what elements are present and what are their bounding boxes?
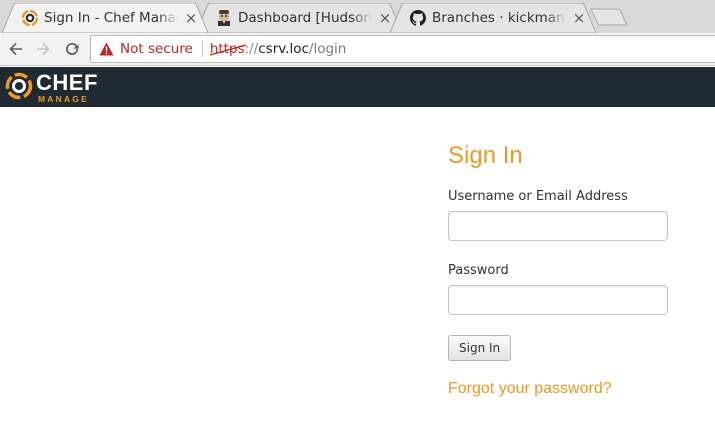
password-input[interactable]: [448, 285, 668, 315]
forgot-password-link[interactable]: Forgot your password?: [448, 380, 678, 398]
signin-button[interactable]: Sign In: [448, 335, 512, 361]
strikethrough-mark: [209, 44, 247, 56]
browser-tab-strip: Dashboard [Hudson] × Branches · kickman …: [0, 0, 715, 33]
brand-subtitle: MANAGE: [38, 94, 89, 104]
address-divider: [201, 41, 203, 57]
browser-tab-branches[interactable]: Branches · kickman ×: [390, 3, 596, 33]
tab-title: Branches · kickman: [432, 10, 565, 26]
username-input[interactable]: [448, 211, 668, 241]
security-status-text[interactable]: Not secure: [120, 41, 193, 57]
brand-name: CHEF: [36, 70, 98, 95]
forward-button[interactable]: [32, 38, 54, 60]
back-button[interactable]: [5, 38, 27, 60]
arrow-right-icon: [37, 42, 50, 56]
tab-close-icon[interactable]: ×: [184, 11, 198, 26]
username-label: Username or Email Address: [448, 189, 628, 204]
app-header: CHEF MANAGE: [0, 67, 715, 107]
arrow-left-icon: [9, 42, 22, 56]
url-scheme: https: [209, 41, 247, 57]
chef-manage-logo[interactable]: CHEF MANAGE: [4, 71, 98, 104]
tab-close-icon[interactable]: ×: [572, 11, 586, 26]
new-tab-button[interactable]: [590, 8, 628, 26]
url-path: /login: [308, 41, 347, 57]
chef-icon: [22, 10, 38, 26]
browser-tab-dashboard[interactable]: Dashboard [Hudson] ×: [196, 3, 402, 33]
signin-form: Sign In Username or Email Address Passwo…: [448, 142, 678, 398]
tab-title: Sign In - Chef Manage: [44, 10, 178, 26]
url-host: csrv.loc: [258, 41, 309, 57]
reload-button[interactable]: [61, 38, 83, 60]
address-bar[interactable]: Not secure https :// csrv.loc /login: [90, 35, 715, 63]
jenkins-butler-icon: [216, 10, 232, 26]
github-octocat-icon: [410, 10, 426, 26]
browser-tab-signin[interactable]: Sign In - Chef Manage ×: [2, 3, 208, 33]
reload-icon: [66, 43, 79, 56]
signin-title: Sign In: [448, 142, 523, 169]
password-label: Password: [448, 263, 509, 278]
warning-icon[interactable]: [98, 41, 114, 57]
chef-logo-icon: [5, 72, 33, 100]
browser-toolbar: Not secure https :// csrv.loc /login: [0, 33, 715, 66]
tab-title: Dashboard [Hudson]: [238, 10, 372, 26]
